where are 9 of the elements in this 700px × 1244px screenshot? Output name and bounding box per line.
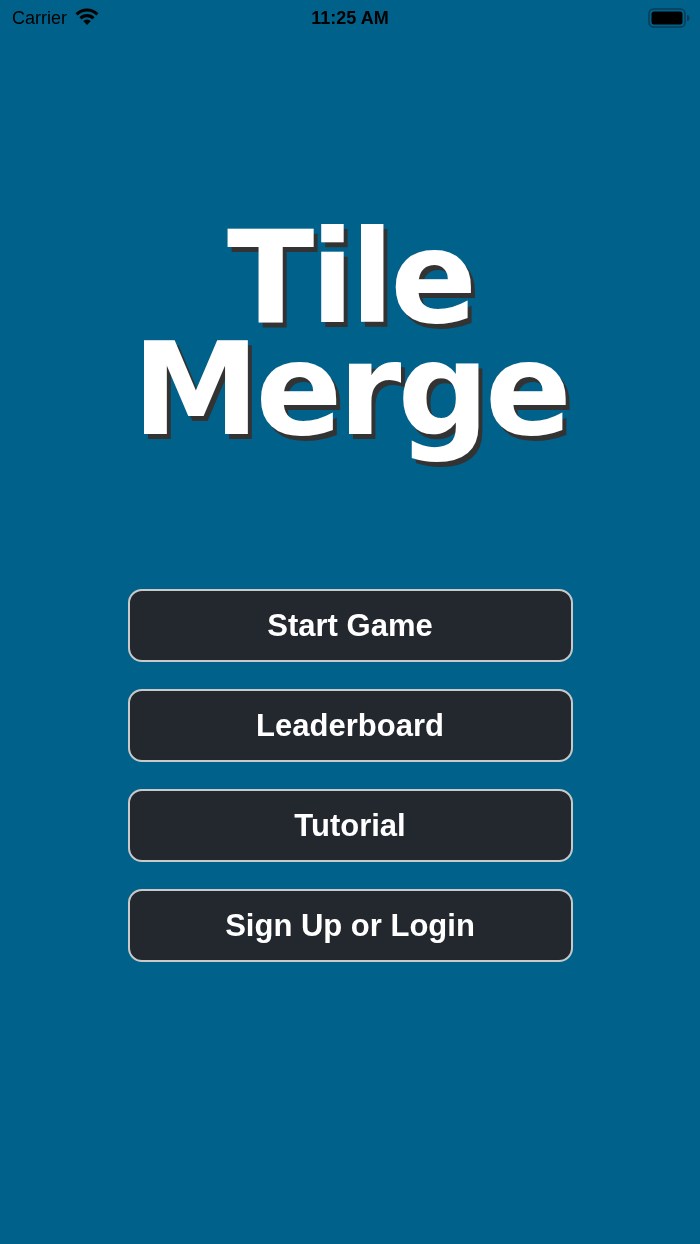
clock-time: 11:25 AM [311, 7, 389, 29]
menu-button[interactable]: Sign Up or Login [127, 889, 573, 962]
wifi-icon [75, 8, 99, 25]
menu-button[interactable]: Start Game [127, 589, 573, 662]
battery-icon [648, 8, 690, 28]
carrier-name: Carrier [12, 7, 67, 29]
menu-button[interactable]: Tutorial [127, 789, 573, 862]
menu-button[interactable]: Leaderboard [127, 689, 573, 762]
game-title: Tile Merge [131, 222, 569, 466]
